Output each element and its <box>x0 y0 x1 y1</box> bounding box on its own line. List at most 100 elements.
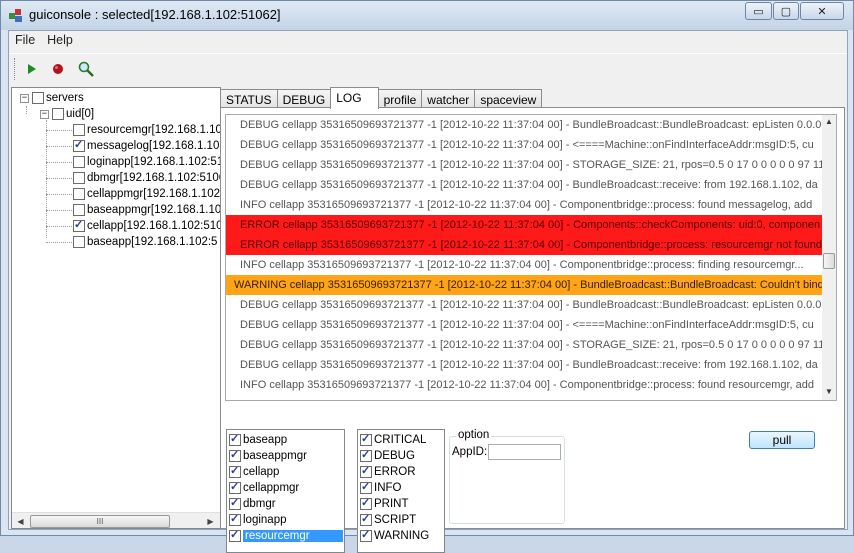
menu-file[interactable]: File <box>9 31 41 51</box>
scrollbar-thumb[interactable]: III <box>30 515 170 528</box>
filter-checkbox[interactable] <box>229 512 241 526</box>
filter-checkbox[interactable] <box>229 528 241 542</box>
log-row[interactable]: DEBUG cellapp 35316509693721377 -1 [2012… <box>226 355 824 375</box>
log-row[interactable]: INFO cellapp 35316509693721377 -1 [2012-… <box>226 375 824 395</box>
scroll-right-icon[interactable]: ▶ <box>204 515 217 528</box>
tree-item-checkbox[interactable] <box>73 172 85 184</box>
tree-item-resourcemgr[interactable]: resourcemgr[192.168.1.10 <box>73 122 220 138</box>
tree-item-dbmgr[interactable]: dbmgr[192.168.1.102:5106 <box>73 170 220 186</box>
scroll-down-icon[interactable]: ▼ <box>823 386 835 398</box>
tab-bar: STATUS DEBUG LOG profile watcher spacevi… <box>220 87 543 109</box>
filter-checkbox[interactable] <box>229 464 241 478</box>
maximize-button[interactable]: ▢ <box>773 2 799 20</box>
component-filter-resourcemgr[interactable]: resourcemgr <box>229 528 343 544</box>
tree-item-checkbox[interactable] <box>73 204 85 216</box>
stop-button[interactable] <box>49 60 67 78</box>
scrollbar-thumb[interactable] <box>823 253 835 269</box>
log-list[interactable]: DEBUG cellapp 35316509693721377 -1 [2012… <box>225 114 837 401</box>
component-filter-cellapp[interactable]: cellapp <box>229 464 279 480</box>
component-filter-dbmgr[interactable]: dbmgr <box>229 496 276 512</box>
tree-item-checkbox[interactable] <box>73 188 85 200</box>
filter-checkbox[interactable] <box>360 432 372 446</box>
tab-spaceview[interactable]: spaceview <box>474 89 543 108</box>
log-row[interactable]: DEBUG cellapp 35316509693721377 -1 [2012… <box>226 135 824 155</box>
tree-horizontal-scrollbar[interactable]: ◀ III ▶ <box>12 512 220 528</box>
filter-checkbox[interactable] <box>229 448 241 462</box>
toolbar-grip[interactable] <box>14 58 16 80</box>
log-row[interactable]: DEBUG cellapp 35316509693721377 -1 [2012… <box>226 155 824 175</box>
level-filter-print[interactable]: PRINT <box>360 496 409 512</box>
component-filter-baseapp[interactable]: baseapp <box>229 432 287 448</box>
level-filter-critical[interactable]: CRITICAL <box>360 432 426 448</box>
filter-checkbox[interactable] <box>360 528 372 542</box>
log-vertical-scrollbar[interactable]: ▲ ▼ <box>822 115 836 400</box>
log-row-error[interactable]: ERROR cellapp 35316509693721377 -1 [2012… <box>226 215 824 235</box>
level-filter-info[interactable]: INFO <box>360 480 401 496</box>
filter-checkbox[interactable] <box>360 496 372 510</box>
main-window: guiconsole : selected[192.168.1.102:5106… <box>0 0 854 553</box>
filter-checkbox[interactable] <box>229 432 241 446</box>
tree-item-checkbox[interactable] <box>73 218 85 232</box>
menu-help[interactable]: Help <box>41 31 79 51</box>
filter-checkbox[interactable] <box>360 480 372 494</box>
tree-node-uid[interactable]: − uid[0] <box>40 106 94 122</box>
close-button[interactable]: ✕ <box>800 2 844 20</box>
uid-checkbox[interactable] <box>52 108 64 120</box>
servers-checkbox[interactable] <box>32 92 44 104</box>
level-filter-list[interactable]: CRITICAL DEBUG ERROR INFO PRINT SCRIPT W… <box>357 429 445 553</box>
collapse-icon[interactable]: − <box>40 109 49 119</box>
log-row[interactable]: DEBUG cellapp 35316509693721377 -1 [2012… <box>226 335 824 355</box>
log-row[interactable]: INFO cellapp 35316509693721377 -1 [2012-… <box>226 255 824 275</box>
tree-item-checkbox[interactable] <box>73 138 85 152</box>
filter-checkbox[interactable] <box>360 464 372 478</box>
tab-debug[interactable]: DEBUG <box>276 89 332 108</box>
level-filter-warning[interactable]: WARNING <box>360 528 429 544</box>
tree-item-loginapp[interactable]: loginapp[192.168.1.102:51 <box>73 154 220 170</box>
filter-checkbox[interactable] <box>360 448 372 462</box>
play-icon <box>28 64 36 74</box>
filter-checkbox[interactable] <box>229 480 241 494</box>
component-filter-list[interactable]: baseapp baseappmgr cellapp cellappmgr db… <box>226 429 345 553</box>
pull-button[interactable]: pull <box>749 431 815 449</box>
level-filter-error[interactable]: ERROR <box>360 464 416 480</box>
log-row[interactable]: DEBUG cellapp 35316509693721377 -1 [2012… <box>226 295 824 315</box>
log-row-warning[interactable]: WARNING cellapp 35316509693721377 -1 [20… <box>226 275 824 295</box>
filter-label: ERROR <box>374 466 416 478</box>
log-row-error[interactable]: ERROR cellapp 35316509693721377 -1 [2012… <box>226 235 824 255</box>
filter-label: baseapp <box>243 434 288 446</box>
level-filter-script[interactable]: SCRIPT <box>360 512 416 528</box>
log-row[interactable]: INFO cellapp 35316509693721377 -1 [2012-… <box>226 195 824 215</box>
tab-profile[interactable]: profile <box>377 89 423 108</box>
level-filter-debug[interactable]: DEBUG <box>360 448 415 464</box>
minimize-icon: ▭ <box>753 5 764 18</box>
filter-checkbox[interactable] <box>360 512 372 526</box>
log-row[interactable]: DEBUG cellapp 35316509693721377 -1 [2012… <box>226 315 824 335</box>
component-filter-baseappmgr[interactable]: baseappmgr <box>229 448 307 464</box>
log-row[interactable]: DEBUG cellapp 35316509693721377 -1 [2012… <box>226 175 824 195</box>
tab-status[interactable]: STATUS <box>220 89 278 108</box>
tab-watcher[interactable]: watcher <box>421 89 476 108</box>
tree-item-baseapp[interactable]: baseapp[192.168.1.102:5 <box>73 234 217 250</box>
close-icon: ✕ <box>817 5 827 18</box>
tree-item-checkbox[interactable] <box>73 156 85 168</box>
tree-node-servers[interactable]: − servers <box>20 90 84 106</box>
find-button[interactable] <box>77 60 95 78</box>
appid-input[interactable] <box>488 444 561 460</box>
minimize-button[interactable]: ▭ <box>745 2 772 20</box>
tree-item-cellapp[interactable]: cellapp[192.168.1.102:510 <box>73 218 220 234</box>
start-button[interactable] <box>23 60 41 78</box>
tab-log[interactable]: LOG <box>330 87 379 109</box>
tree-item-cellappmgr[interactable]: cellappmgr[192.168.1.102: <box>73 186 220 202</box>
scroll-left-icon[interactable]: ◀ <box>14 515 27 528</box>
tree-item-baseappmgr[interactable]: baseappmgr[192.168.1.10 <box>73 202 220 218</box>
tree-item-checkbox[interactable] <box>73 236 85 248</box>
filter-checkbox[interactable] <box>229 496 241 510</box>
collapse-icon[interactable]: − <box>20 93 29 103</box>
tree-item-checkbox[interactable] <box>73 124 85 136</box>
scroll-up-icon[interactable]: ▲ <box>823 116 835 128</box>
component-filter-loginapp[interactable]: loginapp <box>229 512 286 528</box>
tree-item-messagelog[interactable]: messagelog[192.168.1.102 <box>73 138 220 154</box>
component-filter-cellappmgr[interactable]: cellappmgr <box>229 480 299 496</box>
server-tree[interactable]: − servers − uid[0] resourcemgr[192.168.1… <box>11 87 221 529</box>
log-row[interactable]: DEBUG cellapp 35316509693721377 -1 [2012… <box>226 115 824 135</box>
